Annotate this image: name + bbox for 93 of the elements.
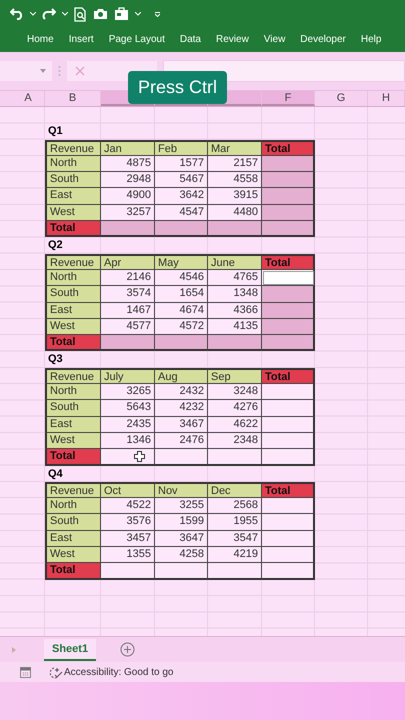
table-cell: 2146 xyxy=(101,270,155,286)
table-cell: 3576 xyxy=(101,514,155,531)
table-cell: 2348 xyxy=(208,432,262,450)
header-cell: Revenue xyxy=(45,482,101,498)
table-cell: 3457 xyxy=(101,530,155,548)
quarter-title: Q3 xyxy=(48,353,63,366)
table-cell: 4276 xyxy=(208,400,262,417)
row-label-cell: West xyxy=(45,318,101,336)
row-label-cell: East xyxy=(45,188,101,205)
quarter-title: Q1 xyxy=(48,125,63,138)
header-cell: Feb xyxy=(155,140,208,156)
table-cell: 3255 xyxy=(155,498,208,514)
table-cell: 3467 xyxy=(155,416,208,433)
row-label-cell: West xyxy=(45,204,101,222)
header-cell: Dec xyxy=(208,482,262,498)
table-cell: 1355 xyxy=(101,547,155,564)
header-cell: Mar xyxy=(208,140,262,156)
table-cell: 3265 xyxy=(101,384,155,400)
header-cell: Nov xyxy=(155,482,208,498)
row-label-cell: South xyxy=(45,514,101,531)
header-cell: Revenue xyxy=(45,254,101,270)
row-label-cell: North xyxy=(45,384,101,400)
table-cell: 2157 xyxy=(208,156,262,172)
keystroke-toast: Press Ctrl xyxy=(128,71,228,104)
table-cell: 3574 xyxy=(101,286,155,303)
quarter-title: Q4 xyxy=(48,468,63,480)
table-cell: 4258 xyxy=(155,547,208,564)
table-cell: 2435 xyxy=(101,416,155,433)
table-cell: 1955 xyxy=(208,514,262,531)
table-cell: 3248 xyxy=(208,384,262,400)
table-cell: 4558 xyxy=(208,172,262,188)
table-cell: 3642 xyxy=(155,188,208,205)
table-cell: 1577 xyxy=(155,156,208,172)
row-label-cell: West xyxy=(45,547,101,564)
header-cell: Oct xyxy=(101,482,155,498)
table-cell: 1654 xyxy=(155,286,208,303)
table-cell: 4546 xyxy=(155,270,208,286)
row-label-cell: North xyxy=(45,156,101,172)
table-cell: 4547 xyxy=(155,204,208,222)
table-cell: 5643 xyxy=(101,400,155,417)
header-cell: Aug xyxy=(155,368,208,384)
table-cell: 2476 xyxy=(155,432,208,450)
header-cell: Total xyxy=(262,140,315,156)
table-cell: 4765 xyxy=(208,270,262,286)
table-cell: 4522 xyxy=(101,498,155,514)
header-cell: Revenue xyxy=(45,140,101,156)
table-cell: 1348 xyxy=(208,286,262,303)
table-cell: 4577 xyxy=(101,318,155,336)
table-cell: 3547 xyxy=(208,530,262,548)
table-cell: 1346 xyxy=(101,432,155,450)
row-label-cell: North xyxy=(45,270,101,286)
row-label-cell: North xyxy=(45,498,101,514)
table-cell: 4622 xyxy=(208,416,262,433)
table-cell: 4875 xyxy=(101,156,155,172)
table-cell: 5467 xyxy=(155,172,208,188)
table-cell: 3647 xyxy=(155,530,208,548)
total-label-cell: Total xyxy=(45,449,101,466)
row-label-cell: East xyxy=(45,416,101,433)
total-label-cell: Total xyxy=(45,563,101,580)
row-label-cell: East xyxy=(45,530,101,548)
row-label-cell: West xyxy=(45,432,101,450)
row-label-cell: South xyxy=(45,400,101,417)
table-cell: 4366 xyxy=(208,302,262,319)
header-cell: Apr xyxy=(101,254,155,270)
table-cell: 4674 xyxy=(155,302,208,319)
table-cell: 4219 xyxy=(208,547,262,564)
table-cell: 4572 xyxy=(155,318,208,336)
header-cell: Total xyxy=(262,254,315,270)
quarter-title: Q2 xyxy=(48,239,63,252)
header-cell: Total xyxy=(262,482,315,498)
row-label-cell: South xyxy=(45,172,101,188)
header-cell: Revenue xyxy=(45,368,101,384)
table-cell: 2948 xyxy=(101,172,155,188)
table-cell: 2432 xyxy=(155,384,208,400)
header-cell: Sep xyxy=(208,368,262,384)
table-cell: 4480 xyxy=(208,204,262,222)
header-cell: May xyxy=(155,254,208,270)
total-label-cell: Total xyxy=(45,335,101,352)
header-cell: July xyxy=(101,368,155,384)
total-label-cell: Total xyxy=(45,221,101,238)
table-cell: 4232 xyxy=(155,400,208,417)
table-cell: 3257 xyxy=(101,204,155,222)
table-cell: 3915 xyxy=(208,188,262,205)
table-cell: 2568 xyxy=(208,498,262,514)
header-cell: June xyxy=(208,254,262,270)
table-cell: 1599 xyxy=(155,514,208,531)
row-label-cell: South xyxy=(45,286,101,303)
header-cell: Total xyxy=(262,368,315,384)
table-cell: 4135 xyxy=(208,318,262,336)
row-label-cell: East xyxy=(45,302,101,319)
table-cell: 1467 xyxy=(101,302,155,319)
table-cell: 4900 xyxy=(101,188,155,205)
header-cell: Jan xyxy=(101,140,155,156)
